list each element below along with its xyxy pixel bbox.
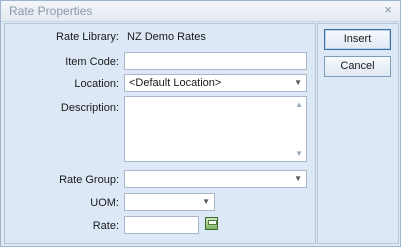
cancel-button-label: Cancel	[340, 60, 375, 72]
rate-label: Rate:	[92, 220, 119, 232]
button-panel: Insert Cancel	[317, 23, 399, 244]
rate-properties-dialog: Rate Properties × Rate Library: NZ Demo …	[0, 0, 401, 247]
item-code-input[interactable]	[124, 52, 307, 70]
uom-label: UOM:	[90, 197, 119, 209]
rate-group-select[interactable]: ▼	[124, 170, 307, 188]
location-value: <Default Location>	[129, 77, 222, 89]
chevron-down-icon[interactable]: ▼	[294, 174, 302, 183]
location-select[interactable]: <Default Location> ▼	[124, 74, 307, 92]
close-icon[interactable]: ×	[384, 2, 392, 17]
chevron-down-icon[interactable]: ▼	[202, 197, 210, 206]
scroll-up-icon[interactable]: ▲	[295, 100, 303, 109]
rate-input[interactable]	[124, 216, 199, 234]
insert-button[interactable]: Insert	[324, 29, 391, 50]
item-code-label: Item Code:	[65, 56, 119, 68]
description-textarea[interactable]: ▲ ▼	[124, 96, 307, 162]
insert-button-label: Insert	[343, 33, 372, 45]
scroll-down-icon[interactable]: ▼	[295, 149, 303, 158]
rate-library-label: Rate Library:	[56, 31, 119, 43]
calculator-icon[interactable]	[205, 217, 218, 230]
form-panel: Rate Library: NZ Demo Rates Item Code: L…	[4, 23, 316, 244]
cancel-button[interactable]: Cancel	[324, 56, 391, 77]
dialog-title: Rate Properties	[9, 4, 93, 18]
location-label: Location:	[74, 78, 119, 90]
rate-group-label: Rate Group:	[59, 174, 119, 186]
rate-library-value: NZ Demo Rates	[127, 31, 206, 43]
chevron-down-icon[interactable]: ▼	[294, 78, 302, 87]
title-bar: Rate Properties ×	[1, 1, 400, 22]
description-label: Description:	[60, 102, 119, 114]
uom-select[interactable]: ▼	[124, 193, 215, 211]
